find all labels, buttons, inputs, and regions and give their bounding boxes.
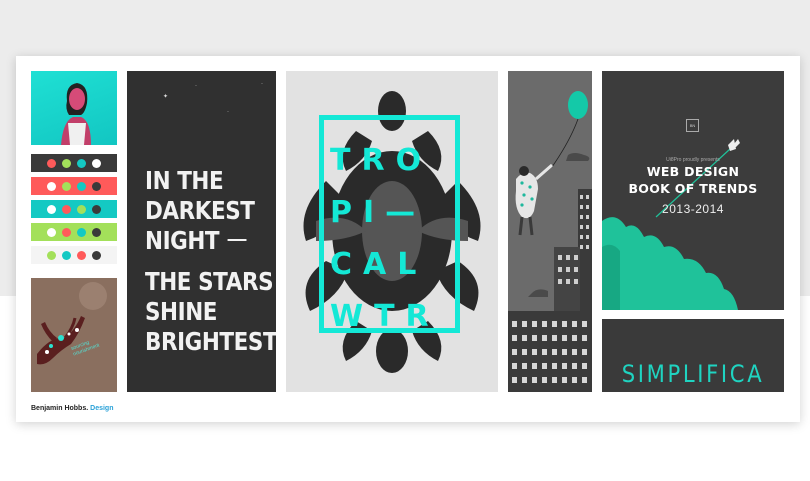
tropical-poster-tile[interactable]: TRO PI— CAL WTR: [286, 71, 498, 392]
footer-accent-link[interactable]: Design: [90, 405, 113, 412]
night-heading-2: THE STARS SHINE BRIGHTEST: [145, 267, 276, 357]
dash-divider: [227, 239, 247, 241]
footer-signature: Benjamin Hobbs. Design: [31, 405, 113, 412]
color-swatch: [47, 227, 56, 237]
balloon-illustration: [508, 71, 592, 392]
color-swatch: [77, 158, 86, 168]
night-line: IN THE: [145, 166, 224, 195]
tropical-row: TRO: [330, 143, 433, 178]
palette-row: [31, 154, 117, 172]
star-icon: ·: [195, 83, 197, 89]
bn-badge: BN: [686, 119, 699, 132]
night-line: SHINE: [145, 297, 218, 326]
balloon-city-tile[interactable]: [508, 71, 592, 392]
palette-row: [31, 246, 117, 264]
author-name: Benjamin Hobbs.: [31, 405, 89, 412]
color-swatch: [92, 158, 101, 168]
portrait-photo-tile[interactable]: [31, 71, 117, 145]
color-swatch: [62, 227, 71, 237]
tropical-letters: TRO PI— CAL WTR: [330, 135, 458, 343]
color-swatch: [62, 181, 71, 191]
web-design-book-tile[interactable]: BN Ui8Pro proudly presents WEB DESIGN BO…: [602, 71, 784, 310]
tropical-row: PI—: [330, 195, 427, 230]
tree-artwork-tile[interactable]: sourcing nourishment: [31, 278, 117, 392]
night-line: NIGHT: [145, 226, 220, 255]
color-swatch: [62, 250, 71, 260]
portrait-figure: [61, 83, 91, 145]
color-swatch: [62, 204, 71, 214]
color-swatch: [92, 250, 101, 260]
color-swatch: [62, 158, 71, 168]
book-years: 2013-2014: [662, 202, 724, 216]
night-line: DARKEST: [145, 196, 255, 225]
color-palette-tile[interactable]: [31, 154, 117, 268]
tropical-row: WTR: [330, 299, 440, 334]
color-swatch: [92, 227, 101, 237]
color-swatch: [77, 227, 86, 237]
night-line: BRIGHTEST: [145, 327, 276, 356]
palette-row: [31, 223, 117, 241]
color-swatch: [47, 158, 56, 168]
color-swatch: [92, 181, 101, 191]
night-line: THE STARS: [145, 267, 274, 296]
color-swatch: [47, 204, 56, 214]
star-icon: ·: [261, 81, 263, 87]
palette-row: [31, 200, 117, 218]
darkest-night-poster-tile[interactable]: ✦ · · · IN THE DARKEST NIGHT THE STARS S…: [127, 71, 276, 392]
simplifica-tile[interactable]: SIMPLIFICA: [602, 319, 784, 392]
star-icon: ·: [227, 109, 229, 115]
color-swatch: [47, 181, 56, 191]
night-heading-1: IN THE DARKEST NIGHT: [145, 166, 257, 256]
palette-row: [31, 177, 117, 195]
color-swatch: [77, 204, 86, 214]
color-swatch: [77, 181, 86, 191]
star-icon: ✦: [163, 94, 169, 100]
tropical-row: CAL: [330, 247, 428, 282]
color-swatch: [47, 250, 56, 260]
night-line-with-dash: NIGHT: [145, 226, 257, 256]
simplifica-text: SIMPLIFICA: [621, 360, 765, 388]
book-title-line1: WEB DESIGN: [646, 164, 740, 179]
color-swatch: [77, 250, 86, 260]
color-swatch: [92, 204, 101, 214]
book-title-line2: BOOK OF TRENDS: [628, 181, 758, 196]
